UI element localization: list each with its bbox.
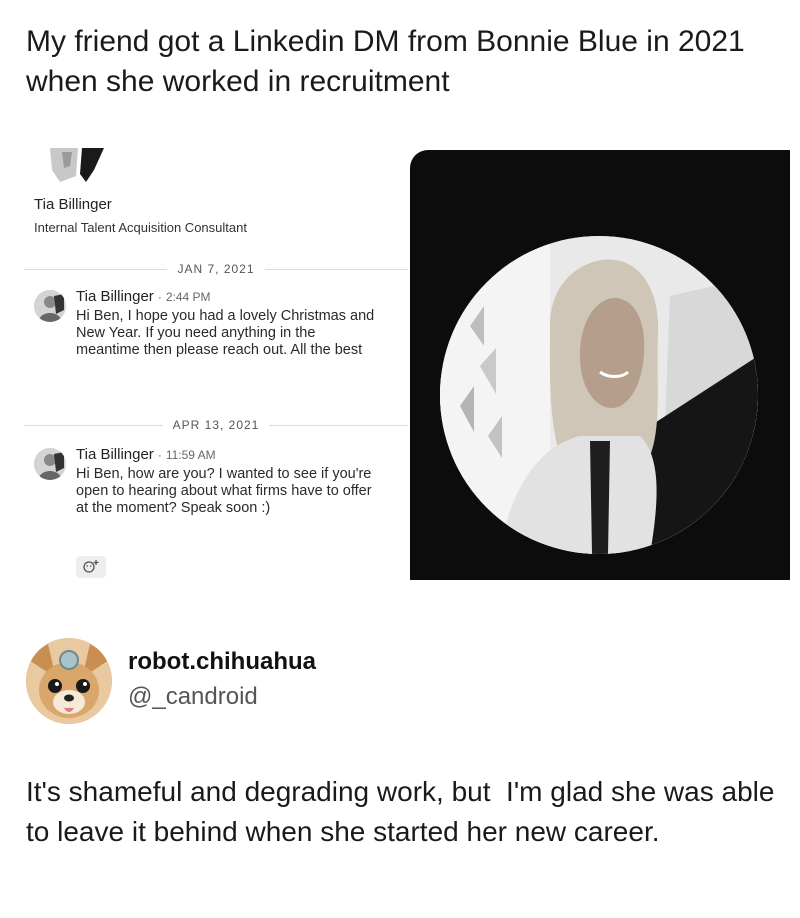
date-divider: JAN 7, 2021 xyxy=(24,262,408,276)
display-name[interactable]: robot.chihuahua xyxy=(128,648,316,676)
date-divider: APR 13, 2021 xyxy=(24,418,408,432)
profile-name: Tia Billinger xyxy=(34,196,112,213)
linkedin-dm-screenshot: Tia Billinger Internal Talent Acquisitio… xyxy=(20,140,410,590)
tweet-text: It's shameful and degrading work, but I'… xyxy=(26,776,783,847)
sender-name[interactable]: Tia Billinger xyxy=(76,288,154,305)
sender-name[interactable]: Tia Billinger xyxy=(76,446,154,463)
post-headline: My friend got a Linkedin DM from Bonnie … xyxy=(26,25,745,98)
date-label: APR 13, 2021 xyxy=(172,418,260,432)
add-reaction-icon xyxy=(82,559,100,576)
profile-photo-panel xyxy=(410,150,790,580)
separator-dot: · xyxy=(157,448,162,462)
add-reaction-button[interactable] xyxy=(76,556,106,578)
date-label: JAN 7, 2021 xyxy=(177,262,255,276)
profile-photo-cropped xyxy=(42,148,106,184)
user-avatar[interactable] xyxy=(26,638,112,724)
sender-avatar[interactable] xyxy=(34,290,66,322)
profile-photo xyxy=(440,236,758,554)
message-time: 2:44 PM xyxy=(165,290,211,304)
sender-avatar[interactable] xyxy=(34,448,66,480)
message-time: 11:59 AM xyxy=(165,448,216,462)
profile-title: Internal Talent Acquisition Consultant xyxy=(34,220,247,235)
message-body: Hi Ben, how are you? I wanted to see if … xyxy=(76,466,372,516)
user-handle[interactable]: @_candroid xyxy=(128,683,258,711)
separator-dot: · xyxy=(157,290,162,304)
message-body: Hi Ben, I hope you had a lovely Christma… xyxy=(76,308,375,358)
